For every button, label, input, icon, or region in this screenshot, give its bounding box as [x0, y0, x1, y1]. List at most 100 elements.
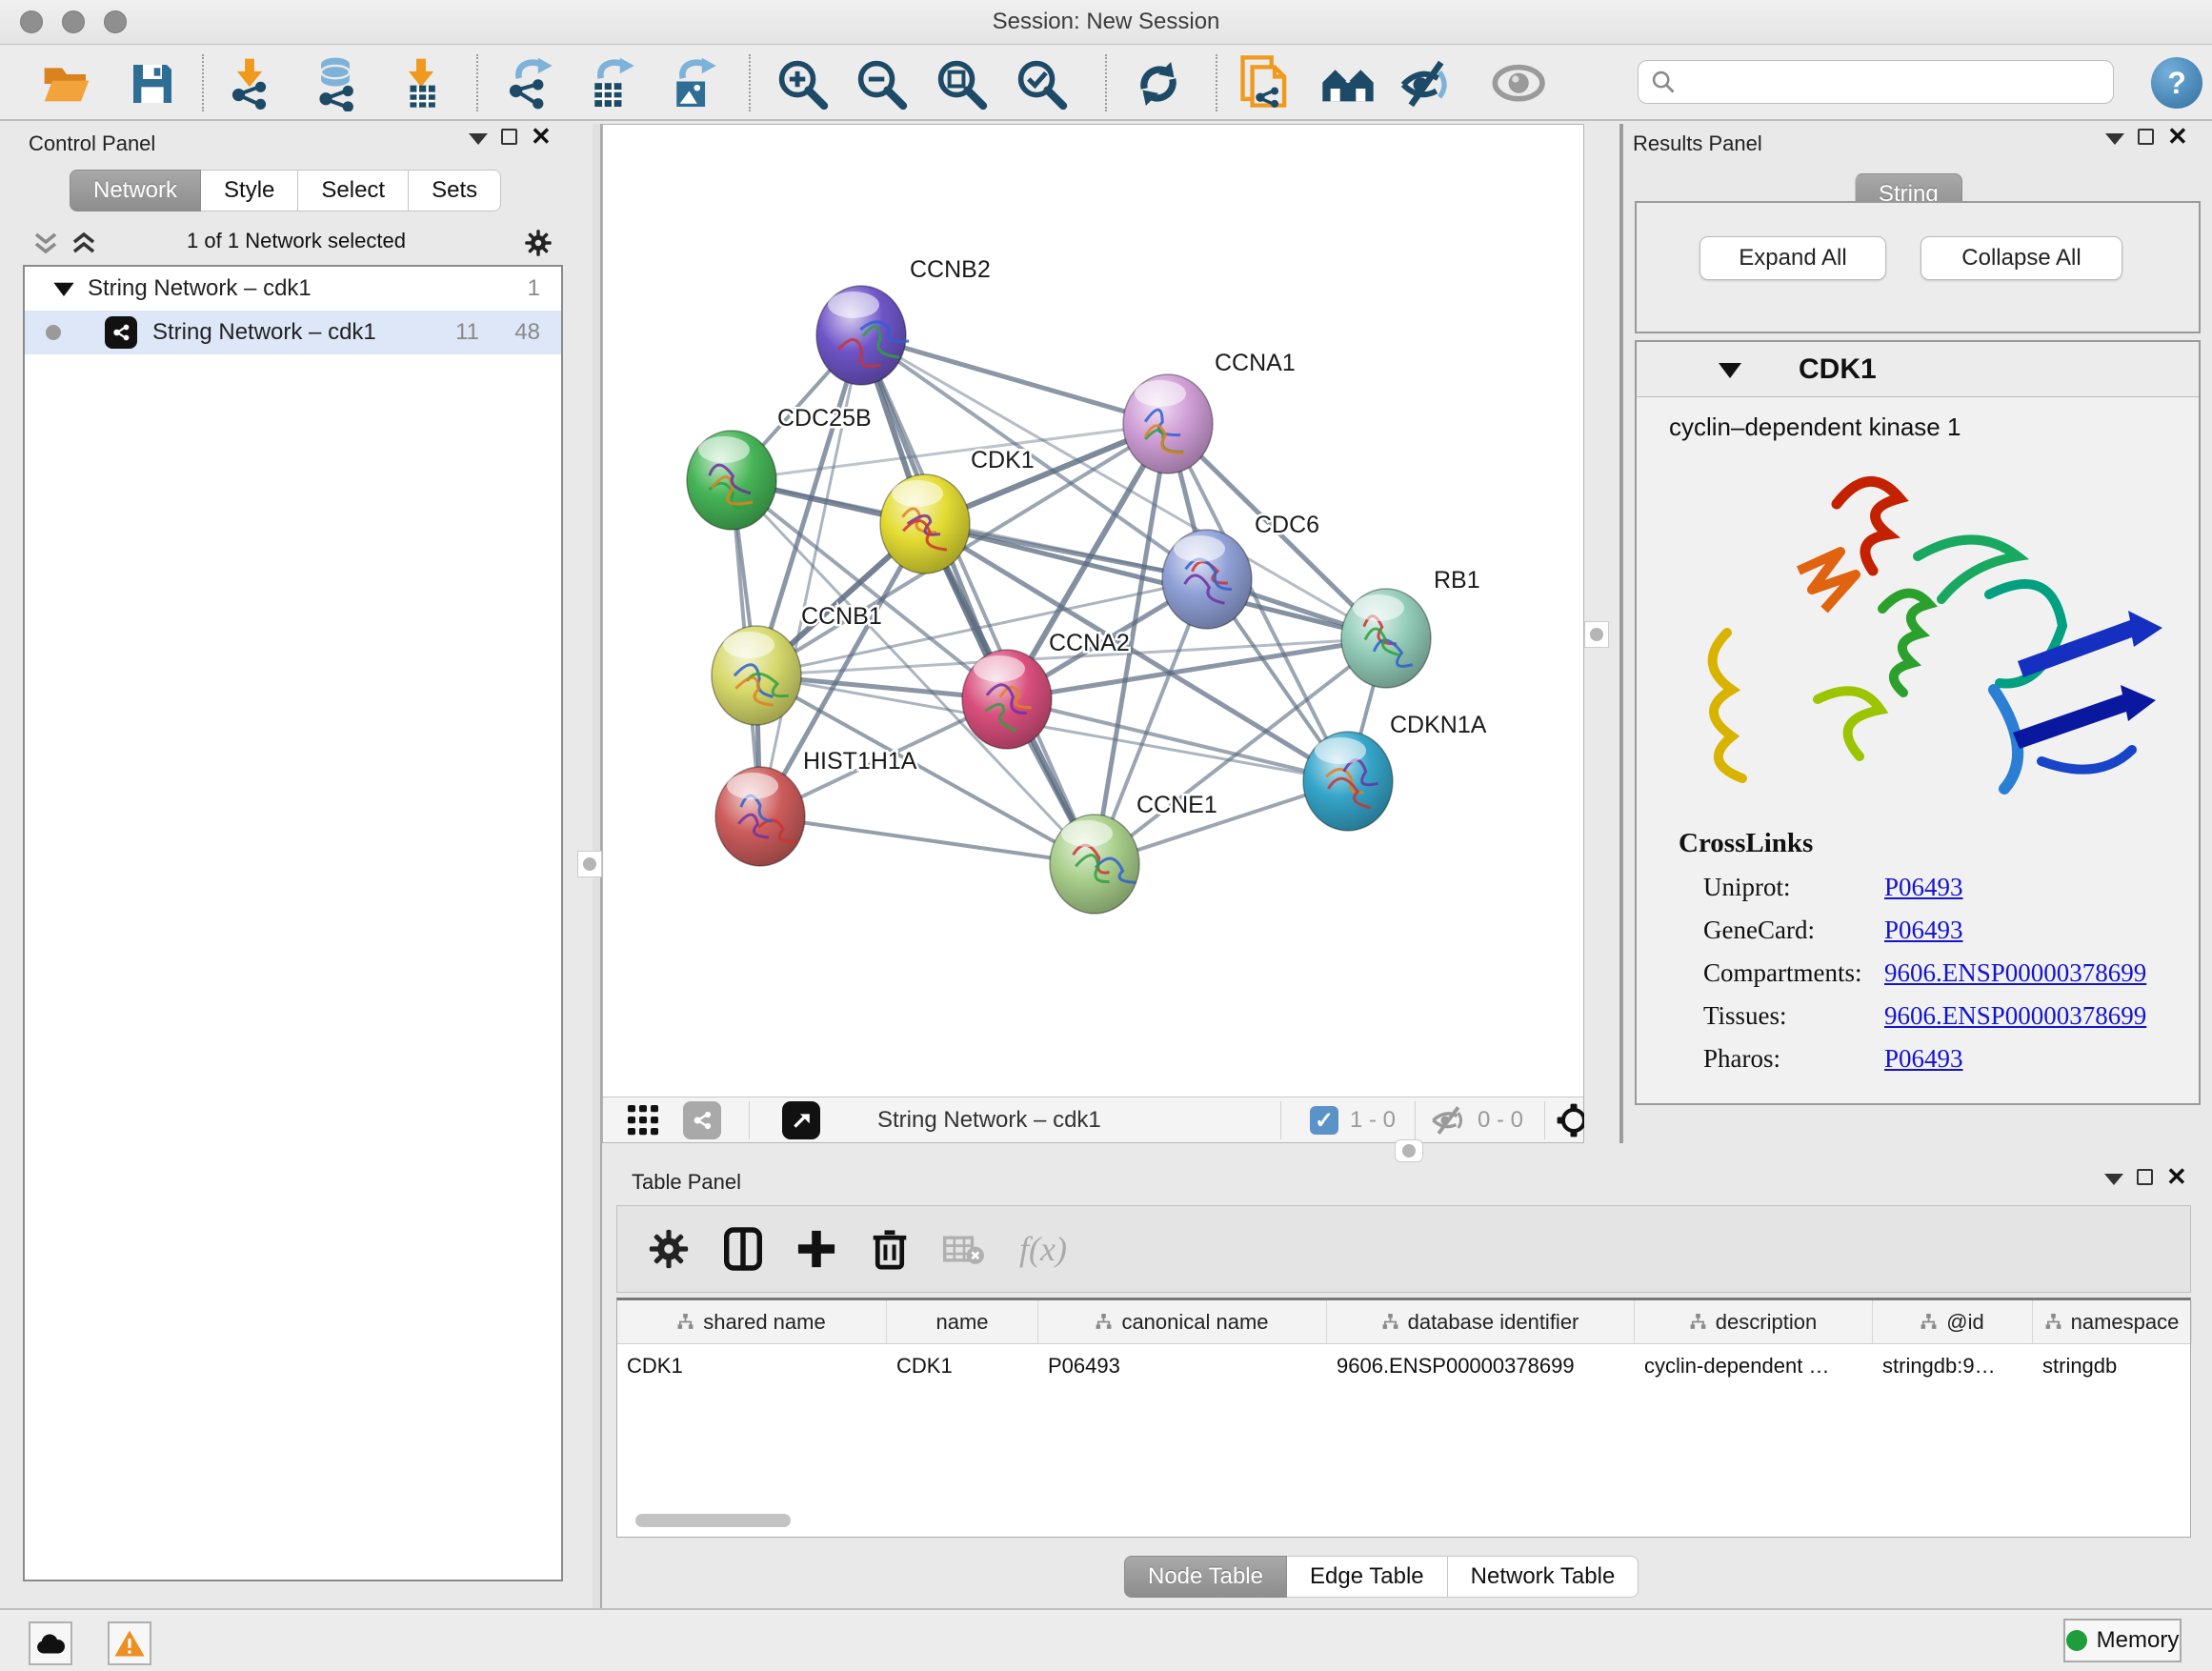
column-header-canonical-name[interactable]: canonical name	[1038, 1300, 1327, 1343]
search-field[interactable]	[1638, 60, 2114, 104]
tab-sets[interactable]: Sets	[409, 170, 501, 211]
table-cell[interactable]: cyclin-dependent …	[1635, 1344, 1873, 1388]
tab-network-table[interactable]: Network Table	[1448, 1556, 1639, 1598]
import-network-database-icon[interactable]	[307, 56, 364, 111]
edge-CCNB2-CCNE1[interactable]	[861, 335, 1095, 864]
show-columns-icon[interactable]	[724, 1227, 762, 1271]
node-CCNB1[interactable]: CCNB1	[712, 603, 882, 725]
zoom-fit-icon[interactable]	[933, 56, 990, 111]
edge-CCNA2-CDKN1A[interactable]	[1007, 699, 1348, 781]
panel-float-icon[interactable]	[2104, 1174, 2123, 1185]
node-CDKN1A[interactable]: CDKN1A	[1303, 712, 1487, 831]
edge-CCNB2-CCNA1[interactable]	[861, 335, 1168, 424]
node-CCNE1[interactable]: CCNE1	[1050, 792, 1217, 914]
create-column-plus-icon[interactable]	[796, 1229, 836, 1269]
node-CDC6[interactable]: CDC6	[1162, 512, 1319, 629]
node-HIST1H1A[interactable]: HIST1H1A	[715, 748, 917, 866]
network-view-icon[interactable]	[683, 1101, 721, 1139]
collapse-all-button[interactable]: Collapse All	[1920, 236, 2122, 280]
search-input[interactable]	[1677, 70, 2096, 94]
node-CCNA1[interactable]: CCNA1	[1123, 350, 1296, 473]
table-cell[interactable]: CDK1	[617, 1344, 887, 1388]
results-panel-splitter[interactable]	[1584, 124, 1629, 1158]
panel-close-icon[interactable]: ✕	[531, 129, 552, 145]
table-cell[interactable]: stringdb	[2033, 1344, 2192, 1388]
panel-close-icon[interactable]: ✕	[2167, 129, 2188, 145]
import-network-file-icon[interactable]	[221, 56, 278, 111]
table-cell[interactable]: stringdb:9…	[1873, 1344, 2033, 1388]
table-row[interactable]: CDK1CDK1P064939606.ENSP00000378699cyclin…	[617, 1344, 2190, 1388]
tab-edge-table[interactable]: Edge Table	[1287, 1556, 1448, 1598]
tab-select[interactable]: Select	[298, 170, 409, 211]
splitter-handle[interactable]	[577, 851, 602, 877]
help-button[interactable]: ?	[2151, 57, 2202, 109]
splitter-handle[interactable]	[1584, 621, 1609, 648]
panel-maximize-icon[interactable]	[2138, 129, 2154, 145]
export-table-icon[interactable]	[581, 56, 638, 111]
network-graph[interactable]: CCNB2CCNA1CDC25BCDK1CDC6RB1CCNB1CCNA2CDK…	[603, 125, 1583, 1097]
table-cell[interactable]: 9606.ENSP00000378699	[1327, 1344, 1635, 1388]
table-settings-gear-icon[interactable]	[648, 1228, 690, 1270]
import-table-icon[interactable]	[392, 56, 450, 111]
results-panel: Results Panel ✕ String Expand All Collap…	[1629, 124, 2212, 1158]
column-header--id[interactable]: @id	[1873, 1300, 2033, 1343]
table-h-scrollbar[interactable]	[621, 1514, 2183, 1529]
selected-checkbox-icon[interactable]: ✓	[1310, 1106, 1338, 1135]
cloud-button[interactable]	[29, 1621, 72, 1665]
network-collection-row[interactable]: String Network – cdk1 1	[25, 267, 561, 311]
first-neighbors-icon[interactable]	[1319, 56, 1377, 111]
tab-network[interactable]: Network	[70, 170, 201, 211]
export-image-icon[interactable]	[663, 56, 720, 111]
detach-view-icon[interactable]	[782, 1101, 820, 1139]
network-canvas[interactable]: CCNB2CCNA1CDC25BCDK1CDC6RB1CCNB1CCNA2CDK…	[602, 124, 1584, 1143]
export-network-icon[interactable]	[499, 56, 556, 111]
control-panel-splitter[interactable]	[593, 124, 602, 1608]
crosslink-link[interactable]: P06493	[1884, 1044, 1963, 1074]
node-RB1[interactable]: RB1	[1341, 567, 1480, 688]
panel-maximize-icon[interactable]	[501, 129, 517, 145]
table-panel-splitter[interactable]	[602, 1143, 2212, 1164]
open-session-icon[interactable]	[38, 56, 95, 111]
grid-mode-icon[interactable]	[628, 1105, 660, 1136]
save-session-icon[interactable]	[124, 56, 181, 111]
crosslink-link[interactable]: 9606.ENSP00000378699	[1884, 1001, 2146, 1031]
scrollbar-thumb[interactable]	[635, 1514, 791, 1527]
hide-selected-icon[interactable]	[1398, 56, 1455, 111]
memory-button[interactable]: Memory	[2063, 1619, 2182, 1662]
panel-close-icon[interactable]: ✕	[2166, 1169, 2187, 1185]
network-view-toolbar: String Network – cdk1 ✓ 1 - 0 0 - 0	[603, 1097, 1583, 1142]
panel-maximize-icon[interactable]	[2137, 1169, 2153, 1185]
column-header-description[interactable]: description	[1635, 1300, 1873, 1343]
node-table[interactable]: shared namenamecanonical namedatabase id…	[616, 1298, 2191, 1538]
network-row[interactable]: String Network – cdk1 11 48	[25, 311, 561, 354]
collection-expander-icon[interactable]	[53, 281, 74, 296]
panel-float-icon[interactable]	[2105, 133, 2124, 145]
column-header-database-identifier[interactable]: database identifier	[1327, 1300, 1635, 1343]
column-header-name[interactable]: name	[887, 1300, 1038, 1343]
zoom-selected-icon[interactable]	[1013, 56, 1070, 111]
column-header-namespace[interactable]: namespace	[2033, 1300, 2192, 1343]
tab-style[interactable]: Style	[201, 170, 298, 211]
panel-float-icon[interactable]	[469, 133, 488, 145]
node-CDC25B[interactable]: CDC25B	[687, 405, 872, 530]
table-cell[interactable]: P06493	[1038, 1344, 1327, 1388]
zoom-out-icon[interactable]	[853, 56, 910, 111]
show-all-icon[interactable]	[1491, 56, 1548, 111]
warnings-button[interactable]	[108, 1621, 151, 1665]
crosslink-link[interactable]: P06493	[1884, 873, 1963, 902]
zoom-in-icon[interactable]	[774, 56, 831, 111]
gene-expander-icon[interactable]	[1719, 361, 1741, 378]
edge-HIST1H1A-CCNE1[interactable]	[760, 816, 1095, 864]
gear-icon[interactable]	[524, 229, 553, 257]
clone-network-icon[interactable]	[1237, 56, 1294, 111]
crosslink-link[interactable]: P06493	[1884, 916, 1963, 945]
delete-column-trash-icon[interactable]	[871, 1227, 909, 1271]
column-header-shared-name[interactable]: shared name	[617, 1300, 887, 1343]
table-cell[interactable]: CDK1	[887, 1344, 1038, 1388]
refresh-icon[interactable]	[1130, 56, 1187, 111]
crosslink-link[interactable]: 9606.ENSP00000378699	[1884, 958, 2146, 988]
tab-node-table[interactable]: Node Table	[1124, 1556, 1287, 1598]
expand-all-button[interactable]: Expand All	[1699, 236, 1886, 280]
gene-header-row[interactable]: CDK1	[1637, 342, 2199, 397]
splitter-handle[interactable]	[1395, 1139, 1423, 1162]
